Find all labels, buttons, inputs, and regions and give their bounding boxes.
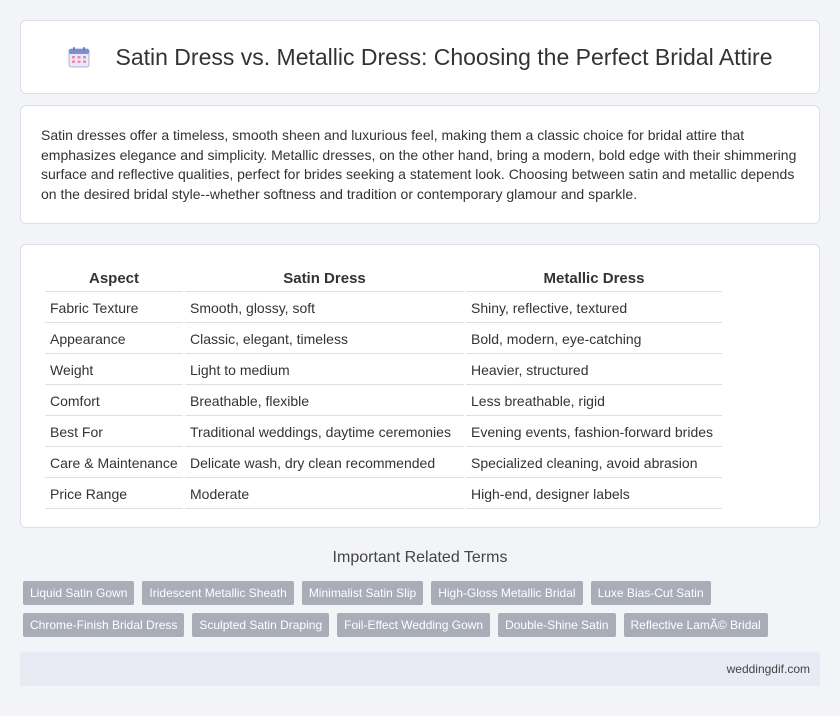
related-term-tag[interactable]: High-Gloss Metallic Bridal <box>431 581 583 605</box>
related-term-tag[interactable]: Foil-Effect Wedding Gown <box>337 613 491 637</box>
table-cell: Smooth, glossy, soft <box>185 294 464 323</box>
footer-site-link[interactable]: weddingdif.com <box>727 662 810 676</box>
related-term-tag[interactable]: Reflective LamÃ© Bridal <box>623 613 768 637</box>
table-cell: Evening events, fashion-forward brides <box>466 418 722 447</box>
table-cell: Shiny, reflective, textured <box>466 294 722 323</box>
comparison-table: Aspect Satin Dress Metallic Dress Fabric… <box>43 263 724 511</box>
header-card: Satin Dress vs. Metallic Dress: Choosing… <box>20 20 820 94</box>
table-cell: High-end, designer labels <box>466 480 722 509</box>
related-term-tag[interactable]: Double-Shine Satin <box>498 613 616 637</box>
table-cell: Delicate wash, dry clean recommended <box>185 449 464 478</box>
related-term-tag[interactable]: Liquid Satin Gown <box>23 581 135 605</box>
table-row: Appearance Classic, elegant, timeless Bo… <box>45 325 722 354</box>
related-terms-title: Important Related Terms <box>332 549 508 566</box>
comparison-table-card: Aspect Satin Dress Metallic Dress Fabric… <box>20 244 820 528</box>
intro-card: Satin dresses offer a timeless, smooth s… <box>20 105 820 224</box>
table-cell: Appearance <box>45 325 183 354</box>
table-cell: Heavier, structured <box>466 356 722 385</box>
table-cell: Bold, modern, eye-catching <box>466 325 722 354</box>
table-row: Weight Light to medium Heavier, structur… <box>45 356 722 385</box>
table-cell: Light to medium <box>185 356 464 385</box>
related-term-tag[interactable]: Iridescent Metallic Sheath <box>142 581 294 605</box>
table-cell: Specialized cleaning, avoid abrasion <box>466 449 722 478</box>
table-row: Care & Maintenance Delicate wash, dry cl… <box>45 449 722 478</box>
table-cell: Breathable, flexible <box>185 387 464 416</box>
table-cell: Weight <box>45 356 183 385</box>
table-cell: Moderate <box>185 480 464 509</box>
calendar-icon <box>68 47 90 68</box>
table-cell: Price Range <box>45 480 183 509</box>
column-header-satin: Satin Dress <box>185 265 464 292</box>
table-header-row: Aspect Satin Dress Metallic Dress <box>45 265 722 292</box>
table-cell: Fabric Texture <box>45 294 183 323</box>
tag-row: Chrome-Finish Bridal Dress Sculpted Sati… <box>23 613 803 637</box>
table-cell: Less breathable, rigid <box>466 387 722 416</box>
page-title: Satin Dress vs. Metallic Dress: Choosing… <box>115 43 773 70</box>
related-term-tag[interactable]: Luxe Bias-Cut Satin <box>590 581 711 605</box>
table-row: Comfort Breathable, flexible Less breath… <box>45 387 722 416</box>
table-cell: Care & Maintenance <box>45 449 183 478</box>
table-row: Best For Traditional weddings, daytime c… <box>45 418 722 447</box>
related-term-tag[interactable]: Minimalist Satin Slip <box>301 581 424 605</box>
related-term-tag[interactable]: Sculpted Satin Draping <box>192 613 330 637</box>
intro-text: Satin dresses offer a timeless, smooth s… <box>41 127 797 202</box>
footer: weddingdif.com <box>20 652 820 686</box>
table-cell: Classic, elegant, timeless <box>185 325 464 354</box>
table-cell: Best For <box>45 418 183 447</box>
table-cell: Traditional weddings, daytime ceremonies <box>185 418 464 447</box>
related-term-tag[interactable]: Chrome-Finish Bridal Dress <box>23 613 185 637</box>
table-row: Price Range Moderate High-end, designer … <box>45 480 722 509</box>
column-header-aspect: Aspect <box>45 265 183 292</box>
table-cell: Comfort <box>45 387 183 416</box>
column-header-metallic: Metallic Dress <box>466 265 722 292</box>
table-row: Fabric Texture Smooth, glossy, soft Shin… <box>45 294 722 323</box>
tag-row: Liquid Satin Gown Iridescent Metallic Sh… <box>23 581 803 605</box>
related-terms-tags: Liquid Satin Gown Iridescent Metallic Sh… <box>23 581 803 645</box>
